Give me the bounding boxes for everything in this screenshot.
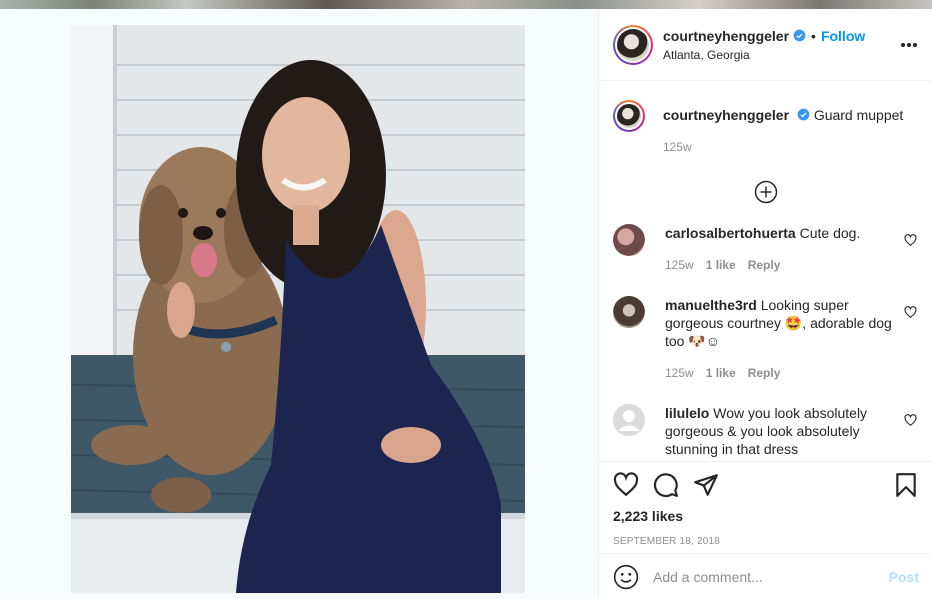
comment-time[interactable]: 125w	[665, 256, 694, 274]
comment-text: Cute dog.	[799, 225, 861, 241]
heart-icon[interactable]	[904, 234, 917, 247]
comment-item: carlosalbertohuerta Cute dog. 125w 1 like…	[613, 224, 919, 274]
follow-button[interactable]: Follow	[821, 28, 865, 44]
comments-list[interactable]: courtneyhenggeler Guard muppet 125w carl…	[599, 82, 932, 462]
post-header: courtneyhenggeler • Follow Atlanta, Geor…	[599, 9, 932, 81]
more-options-icon[interactable]	[900, 37, 918, 48]
paper-plane-icon[interactable]	[693, 472, 719, 498]
author-avatar[interactable]	[613, 24, 653, 65]
post-actions: 2,223 likes SEPTEMBER 18, 2018	[599, 461, 932, 554]
background-feed-strip	[0, 0, 932, 9]
post-comment-button[interactable]: Post	[889, 569, 919, 585]
plus-circle-icon[interactable]	[754, 180, 778, 204]
caption-username[interactable]: courtneyhenggeler	[663, 107, 789, 123]
comment-input[interactable]: Add a comment...	[653, 569, 889, 585]
reply-button[interactable]: Reply	[748, 256, 781, 274]
caption-row: courtneyhenggeler Guard muppet 125w	[613, 100, 919, 156]
comment-username[interactable]: carlosalbertohuerta	[665, 225, 796, 241]
caption-time[interactable]: 125w	[663, 138, 692, 156]
heart-icon[interactable]	[613, 472, 639, 498]
comment-bubble-icon[interactable]	[653, 472, 679, 498]
post-date[interactable]: SEPTEMBER 18, 2018	[613, 536, 919, 547]
photo-illustration	[71, 25, 525, 593]
verified-badge-icon	[793, 29, 806, 42]
post-photo[interactable]	[71, 25, 525, 593]
load-more-wrap	[613, 180, 919, 204]
smiley-icon[interactable]	[613, 564, 639, 590]
comment-item: lilulelo Wow you look absolutely gorgeou…	[613, 404, 919, 458]
author-username[interactable]: courtneyhenggeler	[663, 28, 789, 44]
heart-icon[interactable]	[904, 306, 917, 319]
comment-time[interactable]: 125w	[665, 364, 694, 382]
post-location[interactable]: Atlanta, Georgia	[663, 48, 865, 62]
default-avatar-icon[interactable]	[613, 404, 645, 436]
comment-likes[interactable]: 1 like	[706, 364, 736, 382]
comment-likes[interactable]: 1 like	[706, 256, 736, 274]
caption-text: Guard muppet	[813, 107, 904, 123]
separator-dot: •	[811, 27, 816, 44]
likes-count[interactable]: 2,223 likes	[613, 508, 919, 524]
comment-username[interactable]: lilulelo	[665, 405, 709, 421]
heart-icon[interactable]	[904, 414, 917, 427]
comment-composer: Add a comment... Post	[599, 553, 932, 599]
comment-avatar[interactable]	[613, 224, 645, 256]
comment-username[interactable]: manuelthe3rd	[665, 297, 757, 313]
reply-button[interactable]: Reply	[748, 364, 781, 382]
comment-item: manuelthe3rd Looking super gorgeous cour…	[613, 296, 919, 382]
verified-badge-icon	[797, 108, 810, 121]
post-side-panel: courtneyhenggeler • Follow Atlanta, Geor…	[598, 9, 932, 599]
photo-pane	[0, 9, 598, 599]
comment-avatar[interactable]	[613, 296, 645, 328]
bookmark-icon[interactable]	[893, 472, 919, 498]
caption-avatar[interactable]	[613, 100, 645, 132]
